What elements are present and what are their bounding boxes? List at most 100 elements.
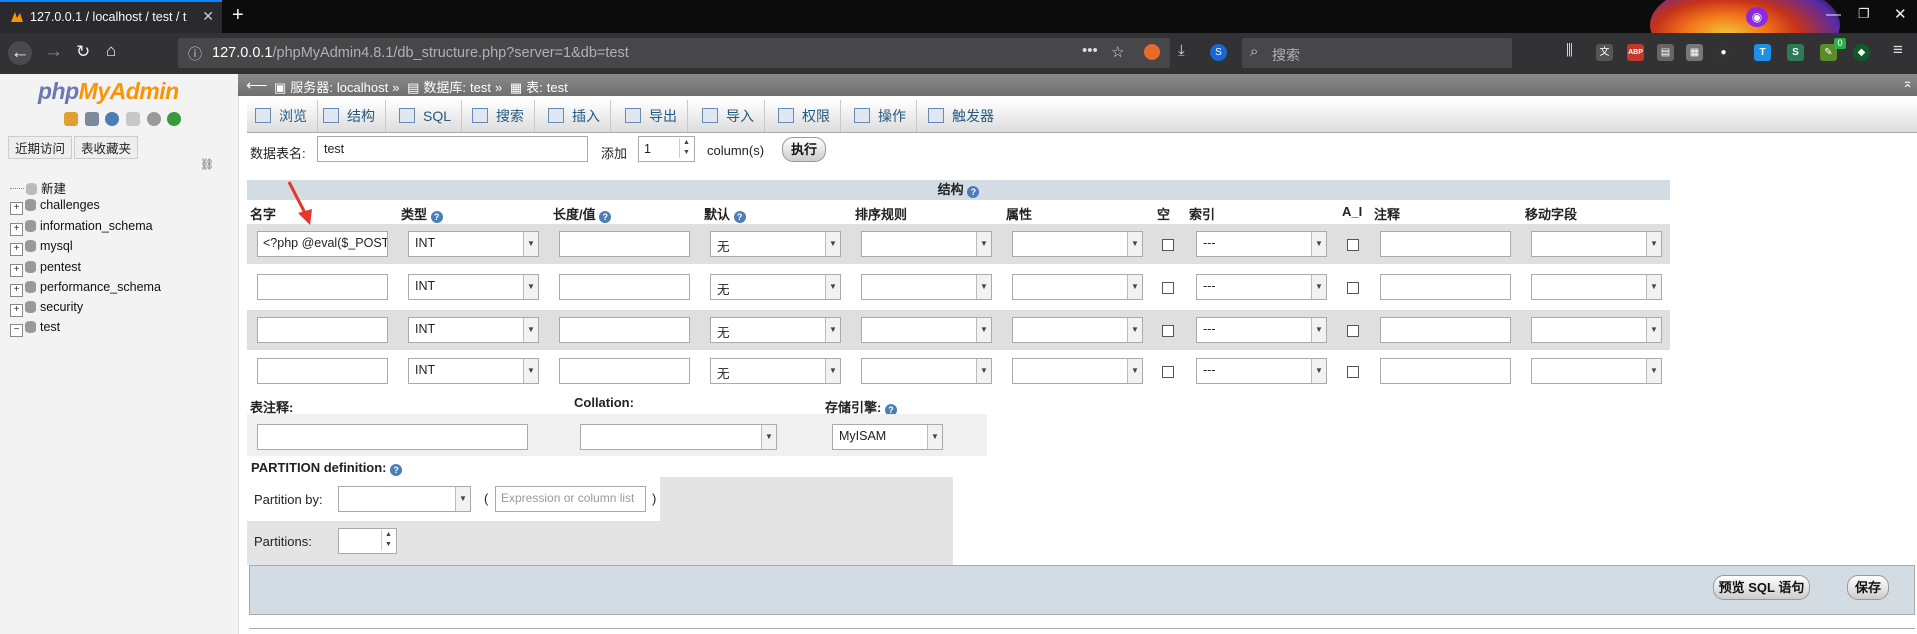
attributes-select[interactable]: ▼ [1012,317,1143,343]
add-columns-stepper[interactable]: ▲▼ [638,136,695,162]
extension-icon[interactable]: ● [1715,44,1732,61]
type-select[interactable]: INT ▼ [408,317,539,343]
tree-item-performance-schema[interactable]: + performance_schema [10,280,161,297]
preview-sql-button[interactable]: 预览 SQL 语句 [1713,575,1810,600]
s-extension-icon[interactable]: S [1210,44,1227,61]
execute-button[interactable]: 执行 [782,137,826,162]
logout-icon[interactable] [84,112,99,126]
null-checkbox[interactable] [1162,239,1174,251]
library-icon[interactable]: ⫼ [1566,42,1573,59]
adblock-icon[interactable]: ABP [1627,44,1644,61]
expand-icon[interactable]: + [10,284,23,297]
breadcrumb-server[interactable]: localhost [337,80,388,95]
translate-icon[interactable]: 文 [1596,44,1613,61]
collapse-icon[interactable]: ⌅ [1902,75,1913,91]
tab-sql[interactable]: SQL [391,100,463,132]
forward-icon[interactable]: → [44,41,63,63]
attributes-select[interactable]: ▼ [1012,358,1143,384]
spinner-arrows-icon[interactable]: ▲ ▼ [679,138,693,158]
url-bar[interactable]: ⓘ 127.0.0.1/phpMyAdmin4.8.1/db_structure… [178,38,1170,68]
column-name-input[interactable] [257,358,388,384]
tree-item-security[interactable]: + security [10,300,83,317]
phpmyadmin-logo[interactable]: phpMyAdmin [38,78,179,105]
extension-icon[interactable]: ▦ [1686,44,1703,61]
favorites-button[interactable]: 表收藏夹 [74,136,139,159]
column-name-input[interactable] [257,274,388,300]
page-actions-menu[interactable]: ••• [1082,42,1098,59]
length-input[interactable] [559,274,690,300]
tab-import[interactable]: 导入 [694,100,765,132]
length-input[interactable] [559,231,690,257]
close-window-icon[interactable]: ✕ [1894,5,1907,23]
site-info-icon[interactable]: ⓘ [188,44,202,64]
default-select[interactable]: 无 ▼ [710,317,841,343]
index-select[interactable]: --- ▼ [1196,358,1327,384]
null-checkbox[interactable] [1162,282,1174,294]
collapse-icon[interactable]: − [10,324,23,337]
move-column-select[interactable]: ▼ [1531,231,1662,257]
tree-item-test[interactable]: − test [10,320,60,337]
collation-select[interactable]: ▼ [861,317,992,343]
tree-item-challenges[interactable]: + challenges [10,198,100,215]
attributes-select[interactable]: ▼ [1012,231,1143,257]
tab-privileges[interactable]: 权限 [770,100,841,132]
ai-checkbox[interactable] [1347,366,1359,378]
link-icon[interactable]: ⛓ [200,158,214,171]
expand-icon[interactable]: + [10,202,23,215]
help-icon[interactable]: ? [430,211,443,223]
minimize-icon[interactable]: — [1826,6,1841,23]
search-box[interactable]: ⌕ 搜索 [1242,38,1512,68]
help-icon[interactable]: ? [967,186,980,198]
ai-checkbox[interactable] [1347,282,1359,294]
expand-icon[interactable]: + [10,243,23,256]
save-button[interactable]: 保存 [1847,575,1889,600]
type-select[interactable]: INT ▼ [408,231,539,257]
tab-structure[interactable]: 结构 [315,100,386,132]
comment-input[interactable] [1380,274,1511,300]
ai-checkbox[interactable] [1347,325,1359,337]
index-select[interactable]: --- ▼ [1196,317,1327,343]
expand-icon[interactable]: + [10,223,23,236]
menu-icon[interactable]: ≡ [1893,40,1903,60]
reload-nav-icon[interactable] [167,112,182,126]
move-column-select[interactable]: ▼ [1531,317,1662,343]
shield-icon[interactable]: ◆ [1853,44,1870,61]
collation-select[interactable]: ▼ [861,231,992,257]
browser-tab[interactable]: 127.0.0.1 / localhost / test / t ✕ [0,0,222,33]
tab-search[interactable]: 搜索 [464,100,535,132]
null-checkbox[interactable] [1162,366,1174,378]
comment-input[interactable] [1380,231,1511,257]
settings-icon[interactable] [146,112,161,126]
help-icon[interactable]: ? [599,211,612,223]
default-select[interactable]: 无 ▼ [710,231,841,257]
new-tab-button[interactable]: + [232,4,244,27]
storage-engine-select[interactable]: MyISAM ▼ [832,424,943,450]
breadcrumb-table[interactable]: test [547,80,568,95]
column-name-input[interactable]: <?php @eval($_POST [257,231,388,257]
collapse-nav-icon[interactable]: ⟵ [246,76,268,94]
recent-button[interactable]: 近期访问 [8,136,73,159]
type-select[interactable]: INT ▼ [408,358,539,384]
reload-icon[interactable]: ↻ [76,42,90,62]
move-column-select[interactable]: ▼ [1531,274,1662,300]
partition-by-select[interactable]: ▼ [338,486,471,512]
download-icon[interactable]: ⤓ [1178,42,1185,59]
length-input[interactable] [559,317,690,343]
type-select[interactable]: INT ▼ [408,274,539,300]
tree-item-mysql[interactable]: + mysql [10,239,73,256]
length-input[interactable] [559,358,690,384]
extension-icon[interactable] [1144,44,1160,60]
partitions-stepper[interactable]: ▲ ▼ [338,528,397,554]
ai-checkbox[interactable] [1347,239,1359,251]
null-checkbox[interactable] [1162,325,1174,337]
table-collation-select[interactable]: ▼ [580,424,777,450]
expand-icon[interactable]: + [10,304,23,317]
table-name-input[interactable] [317,136,588,162]
back-icon[interactable]: ← [8,41,32,65]
s-green-extension-icon[interactable]: S [1787,44,1804,61]
home-icon[interactable]: ⌂ [106,41,116,61]
tab-triggers[interactable]: 触发器 [920,100,1004,132]
screenshot-icon[interactable]: ▤ [1657,44,1674,61]
tab-export[interactable]: 导出 [617,100,688,132]
t-extension-icon[interactable]: T [1754,44,1771,61]
